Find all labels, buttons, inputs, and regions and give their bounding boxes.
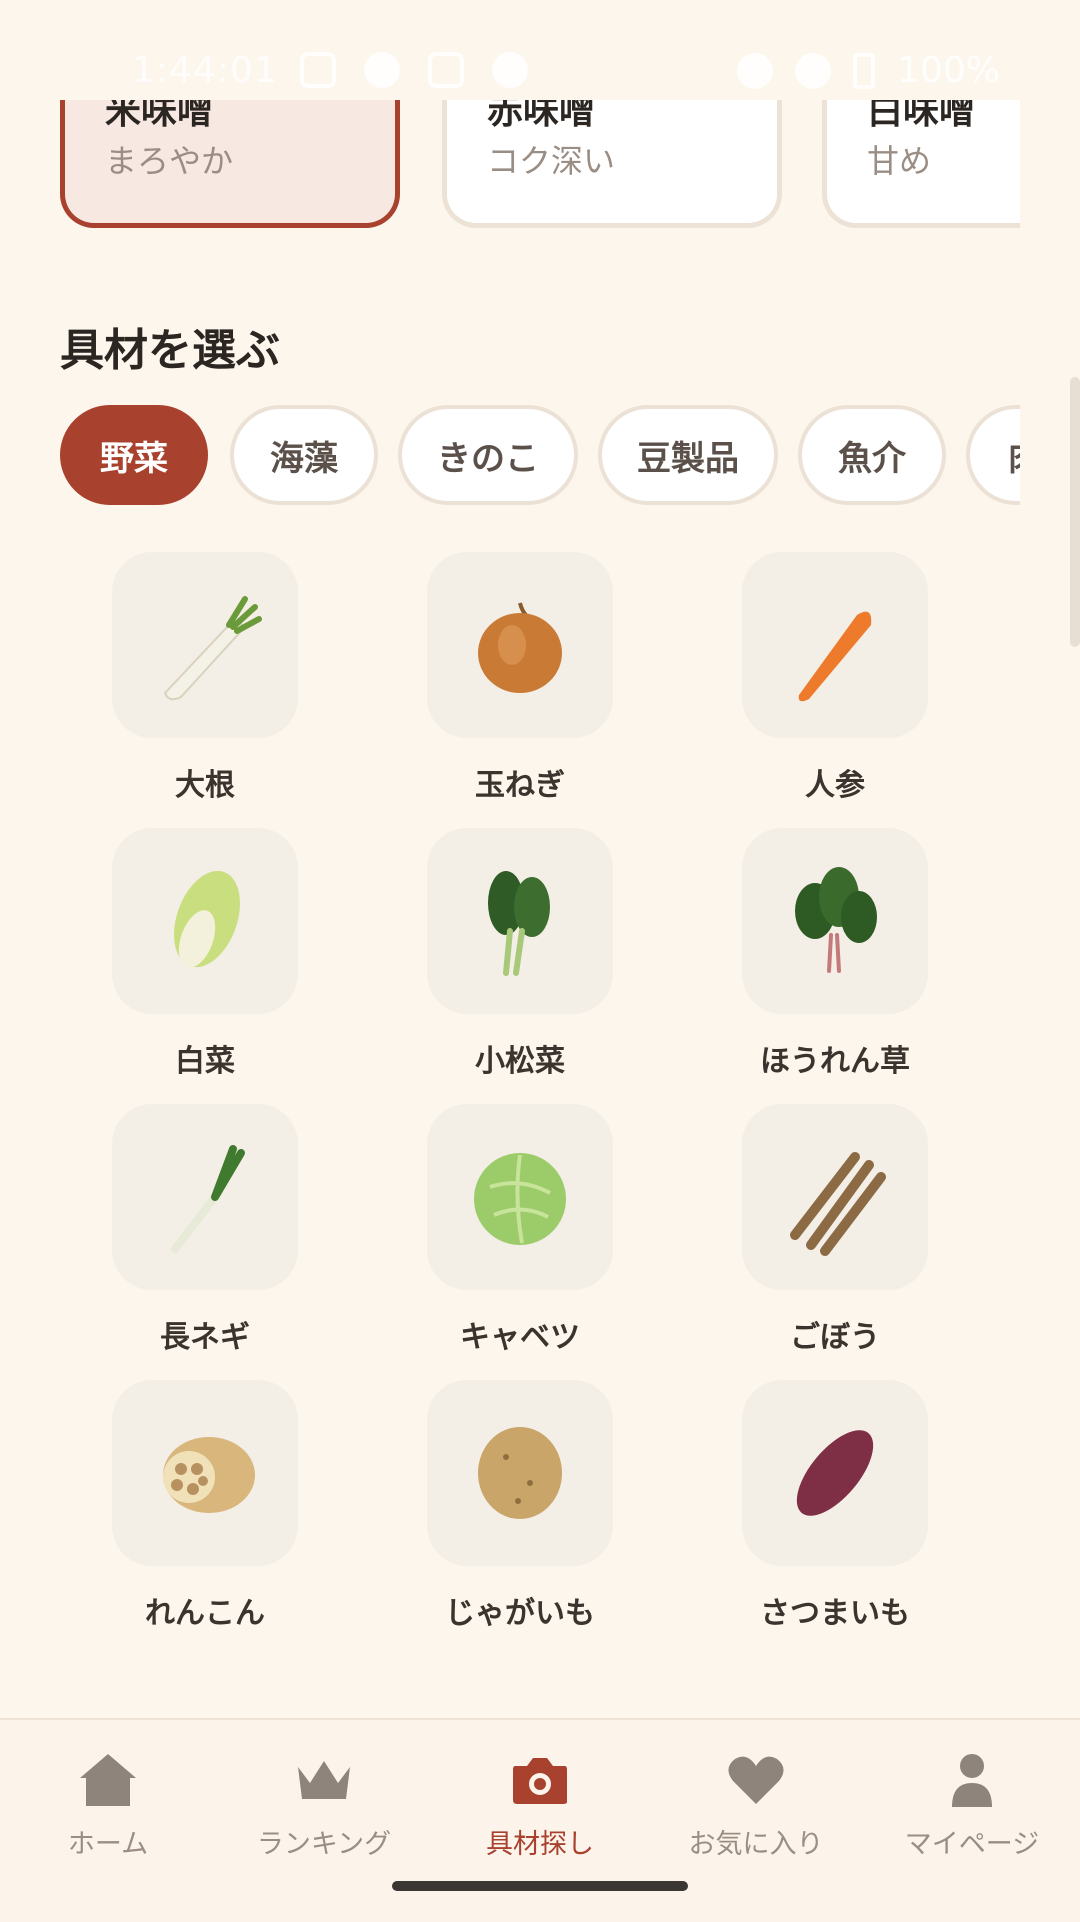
mute-icon [737, 52, 774, 89]
ingredient-item-napa-cabbage[interactable]: 白菜 [85, 828, 325, 1080]
chip-seafood[interactable]: 魚介 [798, 405, 946, 505]
ingredient-item-burdock[interactable]: ごぼう [715, 1104, 955, 1356]
ingredient-item-potato[interactable]: じゃがいも [400, 1380, 640, 1632]
heart-icon [648, 1750, 864, 1810]
ingredient-label: 長ネギ [160, 1320, 250, 1355]
onion-icon [427, 552, 613, 738]
battery-percent: 100% [897, 50, 1000, 91]
nav-favorites[interactable]: お気に入り [648, 1750, 864, 1861]
miso-desc: 甘め [867, 142, 932, 180]
crown-icon [216, 1750, 432, 1810]
home-indicator[interactable] [392, 1881, 688, 1891]
chip-mushroom[interactable]: きのこ [398, 405, 578, 505]
nav-ingredient-search[interactable]: 具材探し [432, 1750, 648, 1861]
ingredient-label: さつまいも [760, 1596, 910, 1631]
nav-label: マイページ [904, 1829, 1040, 1860]
section-title: 具材を選ぶ [60, 325, 280, 376]
miso-type-selector: 米味噌 まろやか 赤味噌 コク深い 白味噌 甘め [60, 100, 1020, 240]
bottom-navigation: ホーム ランキング 具材探し お気に入り マイページ [0, 1718, 1080, 1922]
nav-home[interactable]: ホーム [0, 1750, 216, 1861]
spinach-icon [742, 828, 928, 1014]
instagram-icon [428, 52, 464, 88]
burdock-icon [742, 1104, 928, 1290]
ingredient-item-komatsuna[interactable]: 小松菜 [400, 828, 640, 1080]
cabbage-icon [427, 1104, 613, 1290]
miso-card-shiro[interactable]: 白味噌 甘め [822, 100, 1020, 228]
ingredient-label: れんこん [145, 1596, 265, 1631]
scrollbar[interactable] [1070, 377, 1080, 647]
miso-name: 赤味噌 [487, 100, 596, 132]
instagram-icon [300, 52, 336, 88]
wifi-icon [795, 52, 832, 89]
ingredient-label: ほうれん草 [760, 1044, 910, 1079]
status-time: 1:44:01 [132, 50, 278, 91]
komatsuna-icon [427, 828, 613, 1014]
daikon-icon [112, 552, 298, 738]
ingredient-item-onion[interactable]: 玉ねぎ [400, 552, 640, 804]
ingredient-label: キャベツ [460, 1320, 580, 1355]
notification-icon [364, 52, 400, 88]
ingredient-item-carrot[interactable]: 人参 [715, 552, 955, 804]
ingredient-item-green-onion[interactable]: 長ネギ [85, 1104, 325, 1356]
chip-tofu[interactable]: 豆製品 [598, 405, 778, 505]
battery-icon [853, 52, 876, 89]
miso-desc: コク深い [487, 142, 616, 180]
ingredient-item-daikon[interactable]: 大根 [85, 552, 325, 804]
nav-label: 具材探し [486, 1829, 594, 1860]
notification-icons [300, 52, 528, 88]
nav-label: お気に入り [688, 1829, 824, 1860]
camera-icon [432, 1750, 648, 1810]
ingredient-label: じゃがいも [445, 1596, 595, 1631]
napa-cabbage-icon [112, 828, 298, 1014]
miso-card-aka[interactable]: 赤味噌 コク深い [442, 100, 782, 228]
chip-vegetables[interactable]: 野菜 [60, 405, 208, 505]
miso-name: 米味噌 [105, 100, 214, 132]
ingredient-item-sweet-potato[interactable]: さつまいも [715, 1380, 955, 1632]
nav-label: ランキング [256, 1829, 392, 1860]
category-chips: 野菜 海藻 きのこ 豆製品 魚介 肉 [60, 405, 1020, 510]
cloud-icon [492, 52, 528, 88]
ingredient-label: 玉ねぎ [475, 768, 565, 803]
nav-label: ホーム [67, 1829, 149, 1860]
home-icon [0, 1750, 216, 1810]
chip-seaweed[interactable]: 海藻 [230, 405, 378, 505]
miso-name: 白味噌 [867, 100, 976, 132]
miso-card-kome[interactable]: 米味噌 まろやか [60, 100, 400, 228]
ingredient-item-lotus-root[interactable]: れんこん [85, 1380, 325, 1632]
miso-desc: まろやか [105, 142, 234, 180]
ingredient-label: 大根 [175, 768, 235, 803]
sweet-potato-icon [742, 1380, 928, 1566]
ingredient-label: ごぼう [790, 1320, 880, 1355]
chip-meat[interactable]: 肉 [966, 405, 1020, 505]
ingredient-label: 小松菜 [475, 1044, 565, 1079]
ingredient-label: 白菜 [175, 1044, 235, 1079]
potato-icon [427, 1380, 613, 1566]
green-onion-icon [112, 1104, 298, 1290]
lotus-root-icon [112, 1380, 298, 1566]
carrot-icon [742, 552, 928, 738]
system-icons: 100% [737, 50, 1000, 91]
nav-mypage[interactable]: マイページ [864, 1750, 1080, 1861]
ingredient-item-spinach[interactable]: ほうれん草 [715, 828, 955, 1080]
nav-ranking[interactable]: ランキング [216, 1750, 432, 1861]
ingredient-item-cabbage[interactable]: キャベツ [400, 1104, 640, 1356]
person-icon [864, 1750, 1080, 1810]
ingredient-label: 人参 [805, 768, 865, 803]
